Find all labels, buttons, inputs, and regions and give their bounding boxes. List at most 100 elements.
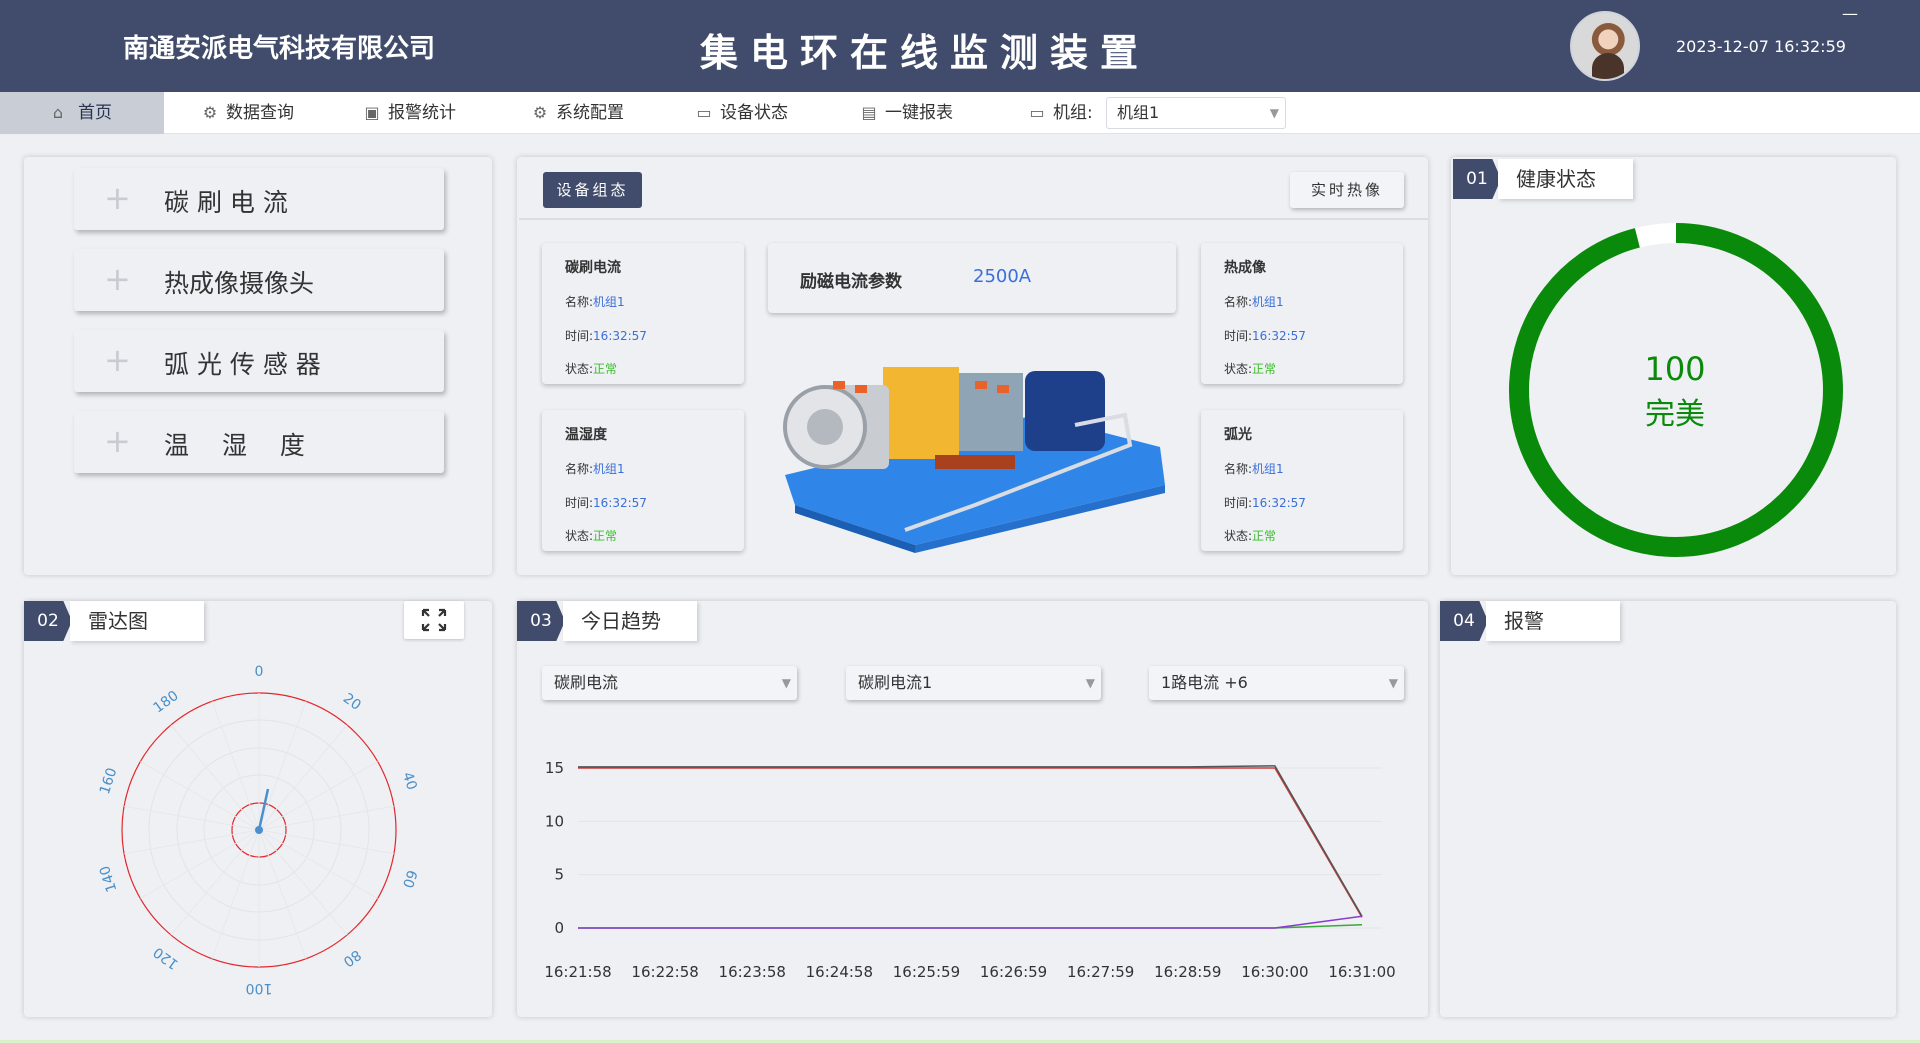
avatar[interactable] bbox=[1570, 11, 1640, 81]
radar-angle-label: 120 bbox=[151, 943, 182, 972]
card-arc[interactable]: 弧光 名称:机组1 时间:16:32:57 状态:正常 bbox=[1201, 410, 1403, 551]
card-title: 温湿度 bbox=[565, 427, 607, 443]
status-label: 状态: bbox=[1224, 362, 1253, 376]
x-tick-label: 16:25:59 bbox=[893, 963, 960, 981]
nav-item-device-status[interactable]: ▭ 设备状态 bbox=[686, 92, 788, 134]
nav-item-label: 数据查询 bbox=[226, 103, 294, 123]
card-name-row: 名称:机组1 bbox=[1224, 293, 1284, 310]
device-config-tab[interactable]: 设备组态 bbox=[543, 172, 642, 208]
radar-angle-label: 0 bbox=[255, 664, 264, 680]
status-label: 状态: bbox=[565, 529, 594, 543]
thermal-realtime-button[interactable]: 实时热像 bbox=[1290, 172, 1404, 208]
card-title: 热成像 bbox=[1224, 260, 1266, 276]
radar-spoke bbox=[258, 724, 348, 831]
status-value: 正常 bbox=[1252, 362, 1277, 376]
brush bbox=[855, 385, 867, 393]
radar-chart: 0 20 40 60 80 100 120 140 160 180 bbox=[97, 664, 420, 996]
time-label: 时间: bbox=[565, 329, 594, 343]
card-temp-humidity[interactable]: 温湿度 名称:机组1 时间:16:32:57 状态:正常 bbox=[542, 410, 744, 551]
select-value: 碳刷电流1 bbox=[858, 673, 933, 692]
card-status-row: 状态:正常 bbox=[1224, 527, 1276, 544]
plus-icon: + bbox=[104, 341, 131, 379]
section-title: 健康状态 bbox=[1498, 159, 1633, 199]
radar-angle-label: 100 bbox=[246, 980, 273, 996]
section-number: 03 bbox=[517, 601, 565, 641]
status-label: 状态: bbox=[1224, 529, 1253, 543]
radar-center bbox=[255, 826, 263, 834]
company-name: 南通安派电气科技有限公司 bbox=[123, 34, 436, 64]
unit-label-text: 机组: bbox=[1053, 103, 1093, 123]
sensor-label: 弧 光 传 感 器 bbox=[164, 350, 321, 379]
sensor-label: 热成像摄像头 bbox=[164, 269, 315, 298]
nav-item-report[interactable]: ▤ 一键报表 bbox=[851, 92, 953, 134]
card-status-row: 状态:正常 bbox=[1224, 360, 1276, 377]
brush-holder-block bbox=[883, 367, 959, 459]
status-value: 正常 bbox=[1252, 529, 1277, 543]
card-status-row: 状态:正常 bbox=[565, 360, 617, 377]
select-channel[interactable]: 1路电流 +6 ▼ bbox=[1149, 666, 1404, 700]
radar-spoke bbox=[170, 724, 260, 831]
section-number: 02 bbox=[24, 601, 72, 641]
time-value: 16:32:57 bbox=[593, 329, 647, 343]
param-label: 励磁电流参数 bbox=[800, 272, 902, 292]
minimize-button[interactable]: — bbox=[1838, 4, 1862, 23]
sensor-button-arc-sensor[interactable]: + 弧 光 传 感 器 bbox=[74, 330, 444, 392]
home-icon: ⌂ bbox=[52, 103, 64, 122]
radar-angle-label: 140 bbox=[97, 864, 120, 894]
radar-angle-label: 60 bbox=[399, 868, 420, 890]
radar-spoke bbox=[258, 829, 348, 936]
collector-rings bbox=[953, 373, 1023, 451]
sensor-button-brush-current[interactable]: + 碳 刷 电 流 bbox=[74, 168, 444, 230]
select-value: 碳刷电流 bbox=[554, 673, 619, 692]
name-label: 名称: bbox=[1224, 462, 1253, 476]
nav-item-data-query[interactable]: ⚙ 数据查询 bbox=[192, 92, 294, 134]
sensor-button-thermal-camera[interactable]: + 热成像摄像头 bbox=[74, 249, 444, 311]
select-sensor[interactable]: 碳刷电流1 ▼ bbox=[846, 666, 1101, 700]
y-tick-label: 0 bbox=[554, 919, 564, 937]
card-name-row: 名称:机组1 bbox=[565, 293, 625, 310]
card-brush-current[interactable]: 碳刷电流 名称:机组1 时间:16:32:57 状态:正常 bbox=[542, 243, 744, 384]
brush bbox=[833, 381, 845, 389]
app-title: 集电环在线监测装置 bbox=[700, 31, 1151, 75]
param-value: 2500A bbox=[973, 266, 1032, 287]
radar-angle-label: 180 bbox=[151, 688, 182, 717]
nav-item-system-config[interactable]: ⚙ 系统配置 bbox=[522, 92, 624, 134]
expand-button[interactable] bbox=[404, 601, 464, 639]
card-title: 弧光 bbox=[1224, 427, 1252, 443]
nav-item-label: 设备状态 bbox=[720, 103, 788, 123]
nav-item-label: 首页 bbox=[78, 103, 112, 123]
excitation-current-box: 励磁电流参数 2500A bbox=[768, 243, 1176, 313]
alarm-panel bbox=[1440, 601, 1896, 1017]
card-thermal[interactable]: 热成像 名称:机组1 时间:16:32:57 状态:正常 bbox=[1201, 243, 1403, 384]
section-number: 01 bbox=[1453, 159, 1501, 199]
divider bbox=[519, 218, 1428, 220]
select-sensor-type[interactable]: 碳刷电流 ▼ bbox=[542, 666, 797, 700]
card-time-row: 时间:16:32:57 bbox=[565, 494, 647, 511]
top-bar: 南通安派电气科技有限公司 集电环在线监测装置 2023-12-07 16:32:… bbox=[0, 0, 1920, 92]
status-value: 正常 bbox=[593, 529, 618, 543]
name-label: 名称: bbox=[565, 462, 594, 476]
plus-icon: + bbox=[104, 179, 131, 217]
y-tick-label: 5 bbox=[554, 866, 564, 884]
nav-item-home[interactable]: ⌂ 首页 bbox=[0, 92, 164, 134]
section-title: 雷达图 bbox=[70, 601, 204, 641]
image-icon: ▣ bbox=[364, 103, 380, 122]
unit-label: ▭ 机组: bbox=[1019, 92, 1093, 134]
plus-icon: + bbox=[104, 422, 131, 460]
document-icon: ▤ bbox=[861, 103, 877, 122]
series-line bbox=[578, 767, 1363, 918]
radar-angle-label: 80 bbox=[340, 946, 364, 969]
time-label: 时间: bbox=[1224, 329, 1253, 343]
section-number: 04 bbox=[1440, 601, 1488, 641]
x-tick-label: 16:21:58 bbox=[544, 963, 611, 981]
motor-housing bbox=[1025, 371, 1105, 451]
trend-chart: 0 5 10 15 16:21:58 16:22:58 16:23:58 16:24:58 16… bbox=[544, 759, 1395, 981]
sensor-button-temp-humidity[interactable]: + 温 湿 度 bbox=[74, 411, 444, 473]
busbar bbox=[935, 455, 1015, 469]
nav-item-label: 报警统计 bbox=[388, 103, 456, 123]
health-score: 100 bbox=[1644, 350, 1706, 388]
nav-item-label: 系统配置 bbox=[556, 103, 624, 123]
nav-item-alarm-stats[interactable]: ▣ 报警统计 bbox=[354, 92, 456, 134]
unit-select[interactable]: 机组1 ▼ bbox=[1106, 97, 1286, 129]
status-label: 状态: bbox=[565, 362, 594, 376]
